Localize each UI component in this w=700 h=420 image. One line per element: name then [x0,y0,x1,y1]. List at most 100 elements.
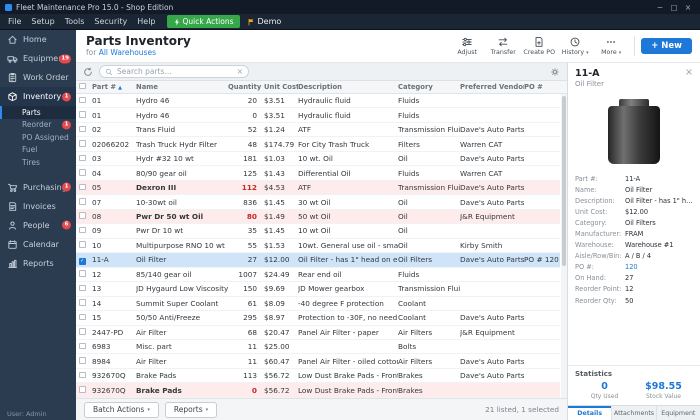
close-icon[interactable]: × [685,68,693,78]
maximize-button[interactable]: □ [667,3,681,12]
scrollbar-thumb[interactable] [562,96,566,266]
sidebar-item-reports[interactable]: Reports [0,254,76,273]
table-row[interactable]: 8984 Air Filter 11 $60.47 Panel Air Filter -… [76,354,560,369]
row-checkbox[interactable] [76,284,92,293]
minimize-button[interactable]: ─ [653,3,667,12]
sidebar-item-inventory[interactable]: Inventory 1 [0,87,76,106]
row-checkbox[interactable] [76,342,92,351]
menu-setup[interactable]: Setup [26,16,59,27]
transfer-button[interactable]: Transfer [486,36,520,56]
table-row[interactable]: 932670Q Brake Pads 113 $56.72 Low Dust Brake… [76,368,560,384]
cell-unit-cost: $1.24 [264,125,285,135]
column-header-category[interactable]: Category [398,83,460,91]
quick-actions-button[interactable]: Quick Actions [166,15,240,28]
sidebar-item-equipment[interactable]: Equipment 19 [0,49,76,68]
table-row[interactable]: 03 Hydr #32 10 wt 181 $1.03 10 wt. Oil Oil Dav… [76,151,560,167]
sidebar-item-purchasing[interactable]: Purchasing 1 [0,178,76,197]
row-checkbox[interactable] [76,371,92,380]
column-header-preferred-vendor[interactable]: Preferred Vendor [460,83,524,91]
sidebar-item-reorder[interactable]: Reorder 1 [0,119,76,132]
table-row[interactable]: ✓ 11-A Oil Filter 27 $12.00 Oil Filter - has … [76,253,560,268]
row-checkbox[interactable] [76,241,92,250]
column-header-quantity[interactable]: Quantity [228,83,264,91]
table-row[interactable]: 13 JD Hygaurd Low Viscosity trans 150 $9.69… [76,282,560,297]
table-row[interactable]: 09 Pwr Dr 10 wt 35 $1.45 10 wt Oil Oil [76,224,560,239]
refresh-icon[interactable] [83,67,93,77]
row-checkbox[interactable] [76,125,92,134]
chart-icon [8,259,17,268]
row-checkbox[interactable] [76,357,92,366]
search-input[interactable] [117,67,233,76]
field-value[interactable]: 120 [625,263,693,273]
menu-security[interactable]: Security [89,16,132,27]
batch-actions-button[interactable]: Batch Actions ▾ [84,401,159,418]
vertical-scrollbar[interactable] [561,94,567,398]
menu-tools[interactable]: Tools [60,16,90,27]
table-row[interactable]: 15 50/50 Anti/Freeze 295 $8.97 Protection to… [76,311,560,326]
table-row[interactable]: 02 Trans Fluid 52 $1.24 ATF Transmission Flui… [76,122,560,138]
row-checkbox[interactable] [76,154,92,163]
row-checkbox[interactable]: ✓ [76,255,92,265]
sidebar-item-tires[interactable]: Tires [0,156,76,169]
table-row[interactable]: 14 Summit Super Coolant 61 $8.09 -40 degree … [76,296,560,312]
table-row[interactable]: 10 Multipurpose RNO 10 wt 55 $1.53 10wt. Gen… [76,238,560,254]
count-badge: 1 [62,92,71,101]
table-row[interactable]: 932670Q Brake Pads 0 $56.72 Low Dust Brake P… [76,383,560,398]
reports-button[interactable]: Reports ▾ [164,401,218,418]
tab-equipment[interactable]: Equipment [657,406,700,420]
row-checkbox[interactable] [76,96,92,105]
row-checkbox[interactable] [76,198,92,207]
column-header-description[interactable]: Description [298,83,398,91]
table-row[interactable]: 05 Dexron III 112 $4.53 ATF Transmission Flui… [76,180,560,196]
row-checkbox[interactable] [76,226,92,235]
row-checkbox[interactable] [76,140,92,149]
column-header-part[interactable]: Part # ▲ [92,83,136,91]
row-checkbox[interactable] [76,313,92,322]
adjust-button[interactable]: Adjust [450,36,484,56]
sidebar-item-people[interactable]: People 6 [0,216,76,235]
tab-attachments[interactable]: Attachments [612,406,657,420]
row-checkbox[interactable] [76,111,92,120]
table-row[interactable]: 04 80/90 gear oil 125 $1.43 Differential Oil… [76,166,560,181]
column-header-name[interactable]: Name [136,83,228,91]
warehouse-filter-link[interactable]: All Warehouses [99,48,156,57]
row-checkbox[interactable] [76,212,92,221]
row-checkbox[interactable] [76,270,92,279]
sidebar-item-work-orders[interactable]: Work Orders [0,68,76,87]
sidebar-item-po-assigned[interactable]: PO Assigned [0,131,76,144]
column-header-unit-cost[interactable]: Unit Cost [264,83,298,91]
row-checkbox[interactable] [76,299,92,308]
table-row[interactable]: 02066202 Trash Truck Hydr Filter 48 $174.79… [76,137,560,152]
sidebar-item-home[interactable]: Home [0,30,76,49]
sidebar-item-parts[interactable]: Parts [0,106,76,119]
clear-search-icon[interactable]: × [237,68,243,76]
gear-icon[interactable] [550,67,560,77]
table-row[interactable]: 2447-PD Air Filter 68 $20.47 Panel Air Filte… [76,325,560,340]
table-row[interactable]: 6983 Misc. part 11 $25.00 Bolts [76,339,560,355]
table-row[interactable]: 12 85/140 gear oil 1007 $24.49 Rear end oil F… [76,267,560,283]
row-checkbox[interactable] [76,328,92,337]
tab-details[interactable]: Details [568,406,613,420]
row-checkbox[interactable] [76,386,92,395]
sidebar-item-fuel[interactable]: Fuel [0,144,76,157]
menu-help[interactable]: Help [132,16,160,27]
field-label: Description: [575,197,615,206]
new-part-button[interactable]: + New [641,38,692,54]
row-checkbox[interactable] [76,183,92,192]
row-checkbox[interactable] [76,169,92,178]
search-box[interactable]: × [99,65,249,78]
menu-file[interactable]: File [3,16,26,27]
table-row[interactable]: 01 Hydro 46 20 $3.51 Hydraulic fluid Fluids [76,94,560,109]
table-row[interactable]: 08 Pwr Dr 50 wt Oil 80 $1.49 50 wt Oil Oil J&R… [76,209,560,225]
table-row[interactable]: 07 10-30wt oil 836 $1.45 30 wt Oil Oil Dave's … [76,195,560,210]
create-po-button[interactable]: Create PO [522,36,556,56]
sidebar-item-invoices[interactable]: Invoices [0,197,76,216]
column-header-po[interactable]: PO # [524,83,560,91]
select-all-checkbox[interactable] [76,82,92,92]
close-button[interactable]: × [681,3,695,12]
history-button[interactable]: History ▾ [558,36,592,56]
cell-quantity: 61 [247,298,257,308]
table-row[interactable]: 01 Hydro 46 0 $3.51 Hydraulic fluid Fluids [76,108,560,123]
sidebar-item-calendar[interactable]: Calendar [0,235,76,254]
more-button[interactable]: More ▾ [594,36,628,56]
